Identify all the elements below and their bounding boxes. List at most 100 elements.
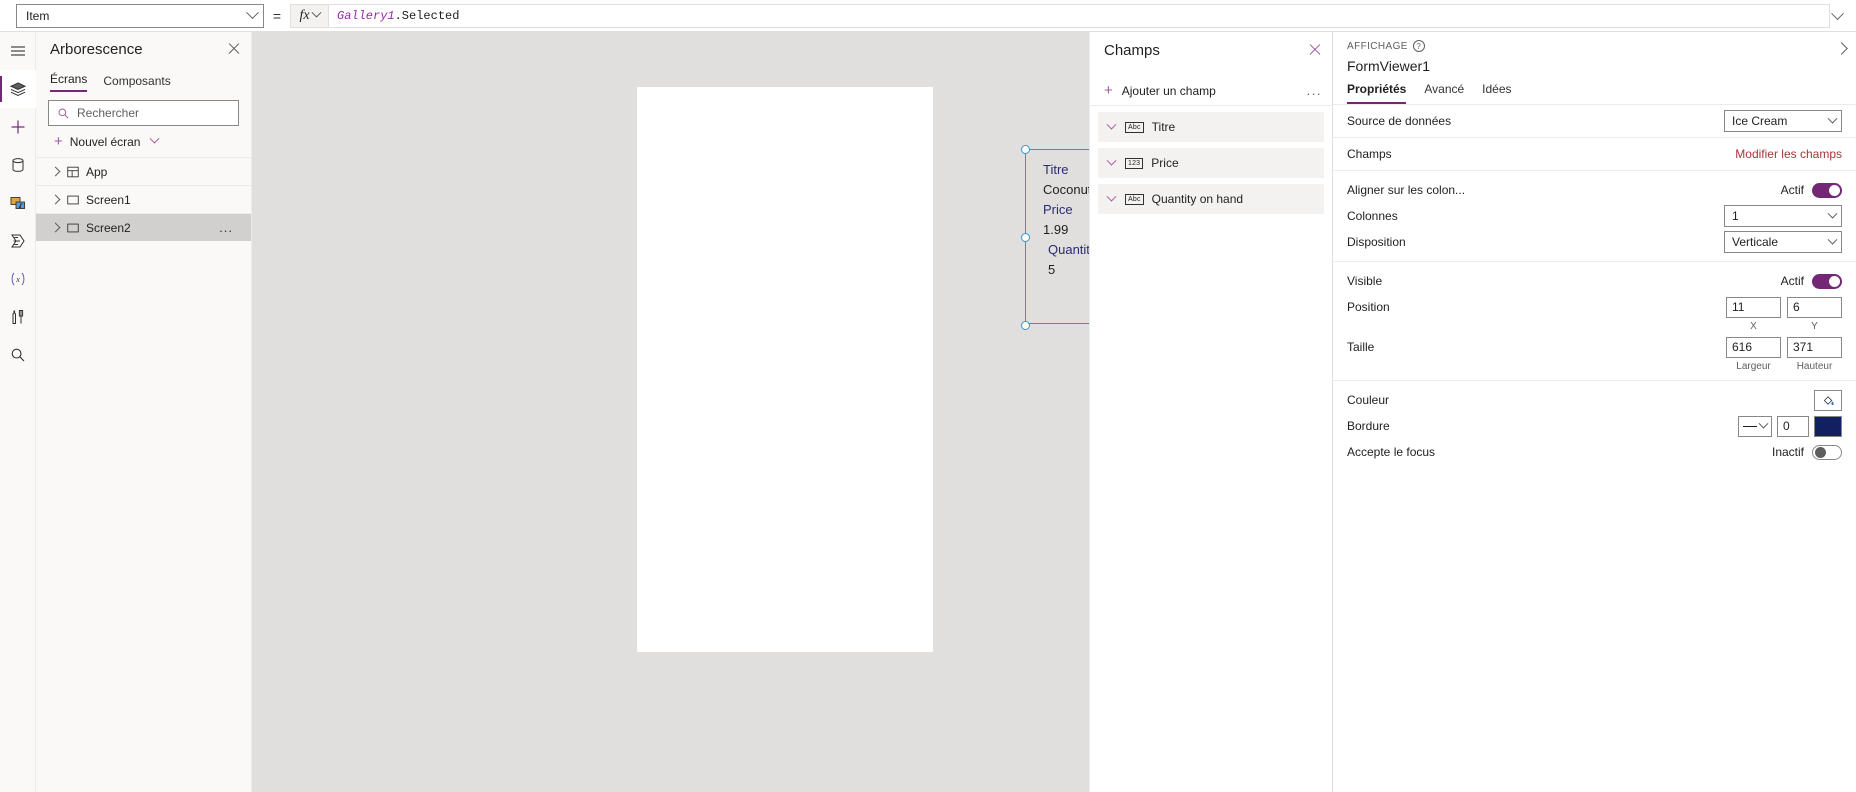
chevron-down-icon[interactable] xyxy=(1106,155,1117,166)
expand-chevron-icon[interactable] xyxy=(50,195,60,205)
visible-toggle[interactable] xyxy=(1812,273,1842,289)
close-icon[interactable] xyxy=(1308,43,1322,57)
row-bordure: Bordure 0 xyxy=(1333,413,1856,439)
chevron-down-icon xyxy=(246,6,259,20)
border-color-swatch[interactable] xyxy=(1814,415,1842,437)
size-height-input[interactable]: 371 xyxy=(1787,336,1842,358)
power-automate-icon-button[interactable] xyxy=(0,222,36,260)
fields-more-button[interactable]: ... xyxy=(1307,83,1322,98)
menu-icon-button[interactable] xyxy=(0,32,36,70)
help-icon[interactable]: ? xyxy=(1412,40,1425,52)
tree-row-screen2[interactable]: Screen2 ... xyxy=(36,213,251,241)
columns-select[interactable]: 1 xyxy=(1724,205,1842,227)
color-picker-button[interactable] xyxy=(1814,389,1842,411)
formula-bar: Item = fx Gallery1 .Selected xyxy=(0,0,1856,32)
tree-row-screen1[interactable]: Screen1 xyxy=(36,185,251,213)
formula-expand-button[interactable] xyxy=(1826,0,1848,32)
datasource-select[interactable]: Ice Cream xyxy=(1724,110,1842,132)
expand-chevron-icon[interactable] xyxy=(50,223,60,233)
tab-proprietes[interactable]: Propriétés xyxy=(1347,82,1407,104)
screen-preview[interactable]: Titre Coconut Price 1.99 Quantity on han… xyxy=(637,87,1318,652)
chevron-down-icon xyxy=(1827,234,1838,245)
layout-label: Disposition xyxy=(1347,235,1406,249)
solid-line-icon xyxy=(1743,425,1757,427)
variables-icon-button[interactable]: x xyxy=(0,260,36,298)
tab-ecrans[interactable]: Écrans xyxy=(50,72,88,92)
row-visible: Visible Actif xyxy=(1333,268,1856,294)
snap-columns-toggle[interactable] xyxy=(1812,182,1842,198)
color-label: Couleur xyxy=(1347,393,1390,407)
close-icon[interactable] xyxy=(227,42,241,56)
edit-fields-link[interactable]: Modifier les champs xyxy=(1735,147,1842,161)
layout-select[interactable]: Verticale xyxy=(1724,231,1842,253)
properties-panel: AFFICHAGE ? FormViewer1 Propriétés Avanc… xyxy=(1333,32,1856,792)
visible-label: Visible xyxy=(1347,274,1383,288)
position-x-input[interactable]: 11 xyxy=(1726,296,1781,318)
tree-row-more-button[interactable]: ... xyxy=(219,220,233,235)
selected-control-name: FormViewer1 xyxy=(1347,58,1430,74)
size-width-sublabel: Largeur xyxy=(1736,360,1771,372)
new-screen-label: Nouvel écran xyxy=(69,134,141,149)
tree-view-icon-button[interactable] xyxy=(0,70,36,108)
add-field-button[interactable]: + Ajouter un champ ... xyxy=(1090,76,1332,106)
tools-icon-button[interactable] xyxy=(0,298,36,336)
affichage-text: AFFICHAGE xyxy=(1347,40,1408,52)
row-accepte-focus: Accepte le focus Inactif xyxy=(1333,439,1856,465)
canvas-area[interactable]: Titre Coconut Price 1.99 Quantity on han… xyxy=(252,32,1318,792)
chevron-down-icon[interactable] xyxy=(1106,119,1117,130)
variables-icon: x xyxy=(11,272,25,286)
expand-chevron-icon[interactable] xyxy=(50,167,60,177)
tab-composants[interactable]: Composants xyxy=(103,74,170,92)
media-icon-button[interactable] xyxy=(0,184,36,222)
chevron-down-icon xyxy=(150,133,160,144)
insert-plus-icon-button[interactable] xyxy=(0,108,36,146)
tree-search-row: Rechercher xyxy=(36,92,251,130)
position-y-sublabel: Y xyxy=(1811,320,1818,332)
fields-label: Champs xyxy=(1347,147,1392,161)
resize-handle-middle-left[interactable] xyxy=(1021,233,1030,242)
search-icon-button[interactable] xyxy=(0,336,36,374)
search-input[interactable]: Rechercher xyxy=(48,100,239,126)
row-taille: Taille 616 371 xyxy=(1333,334,1856,360)
resize-handle-bottom-left[interactable] xyxy=(1021,321,1030,330)
focus-toggle[interactable] xyxy=(1812,444,1842,460)
fields-panel-title: Champs xyxy=(1104,41,1160,59)
chevron-down-icon[interactable] xyxy=(1106,191,1117,202)
border-style-select[interactable] xyxy=(1738,415,1772,437)
field-item-quantity-on-hand[interactable]: Abc Quantity on hand xyxy=(1098,184,1324,214)
properties-tabs: Propriétés Avancé Idées xyxy=(1333,82,1856,105)
row-couleur: Couleur xyxy=(1333,387,1856,413)
power-automate-icon xyxy=(11,234,25,248)
snap-columns-state: Actif xyxy=(1780,183,1804,197)
appearance-group: Couleur Bordure 0 Accepte le focus Inact… xyxy=(1333,381,1856,471)
resize-handle-top-left[interactable] xyxy=(1021,145,1030,154)
row-champs: Champs Modifier les champs xyxy=(1333,141,1856,167)
field-item-titre[interactable]: Abc Titre xyxy=(1098,112,1324,142)
position-x-sublabel: X xyxy=(1750,320,1757,332)
position-label: Position xyxy=(1347,300,1390,314)
tree-row-app[interactable]: App xyxy=(36,157,251,185)
row-colonnes: Colonnes 1 xyxy=(1333,203,1856,229)
border-width-input[interactable]: 0 xyxy=(1777,415,1809,437)
formula-input[interactable]: Gallery1 .Selected xyxy=(328,3,1830,28)
new-screen-button[interactable]: + Nouvel écran xyxy=(36,130,251,157)
screen-icon xyxy=(67,223,79,232)
media-icon xyxy=(10,197,25,209)
columns-label: Colonnes xyxy=(1347,209,1398,223)
fx-button[interactable]: fx xyxy=(290,3,328,28)
formula-object-token: Gallery1 xyxy=(337,8,395,23)
data-icon xyxy=(12,158,24,172)
border-label: Bordure xyxy=(1347,419,1390,433)
size-width-input[interactable]: 616 xyxy=(1726,336,1781,358)
property-select[interactable]: Item xyxy=(16,3,264,28)
field-item-price[interactable]: 123 Price xyxy=(1098,148,1324,178)
data-icon-button[interactable] xyxy=(0,146,36,184)
collapse-panel-button[interactable] xyxy=(1835,42,1848,56)
field-type-badge: Abc xyxy=(1125,193,1144,205)
row-disposition: Disposition Verticale xyxy=(1333,229,1856,255)
columns-value: 1 xyxy=(1732,209,1739,223)
tab-avance[interactable]: Avancé xyxy=(1424,82,1464,104)
powerapps-studio: Item = fx Gallery1 .Selected x Arboresce… xyxy=(0,0,1856,792)
tab-idees[interactable]: Idées xyxy=(1482,82,1511,104)
position-y-input[interactable]: 6 xyxy=(1787,296,1842,318)
